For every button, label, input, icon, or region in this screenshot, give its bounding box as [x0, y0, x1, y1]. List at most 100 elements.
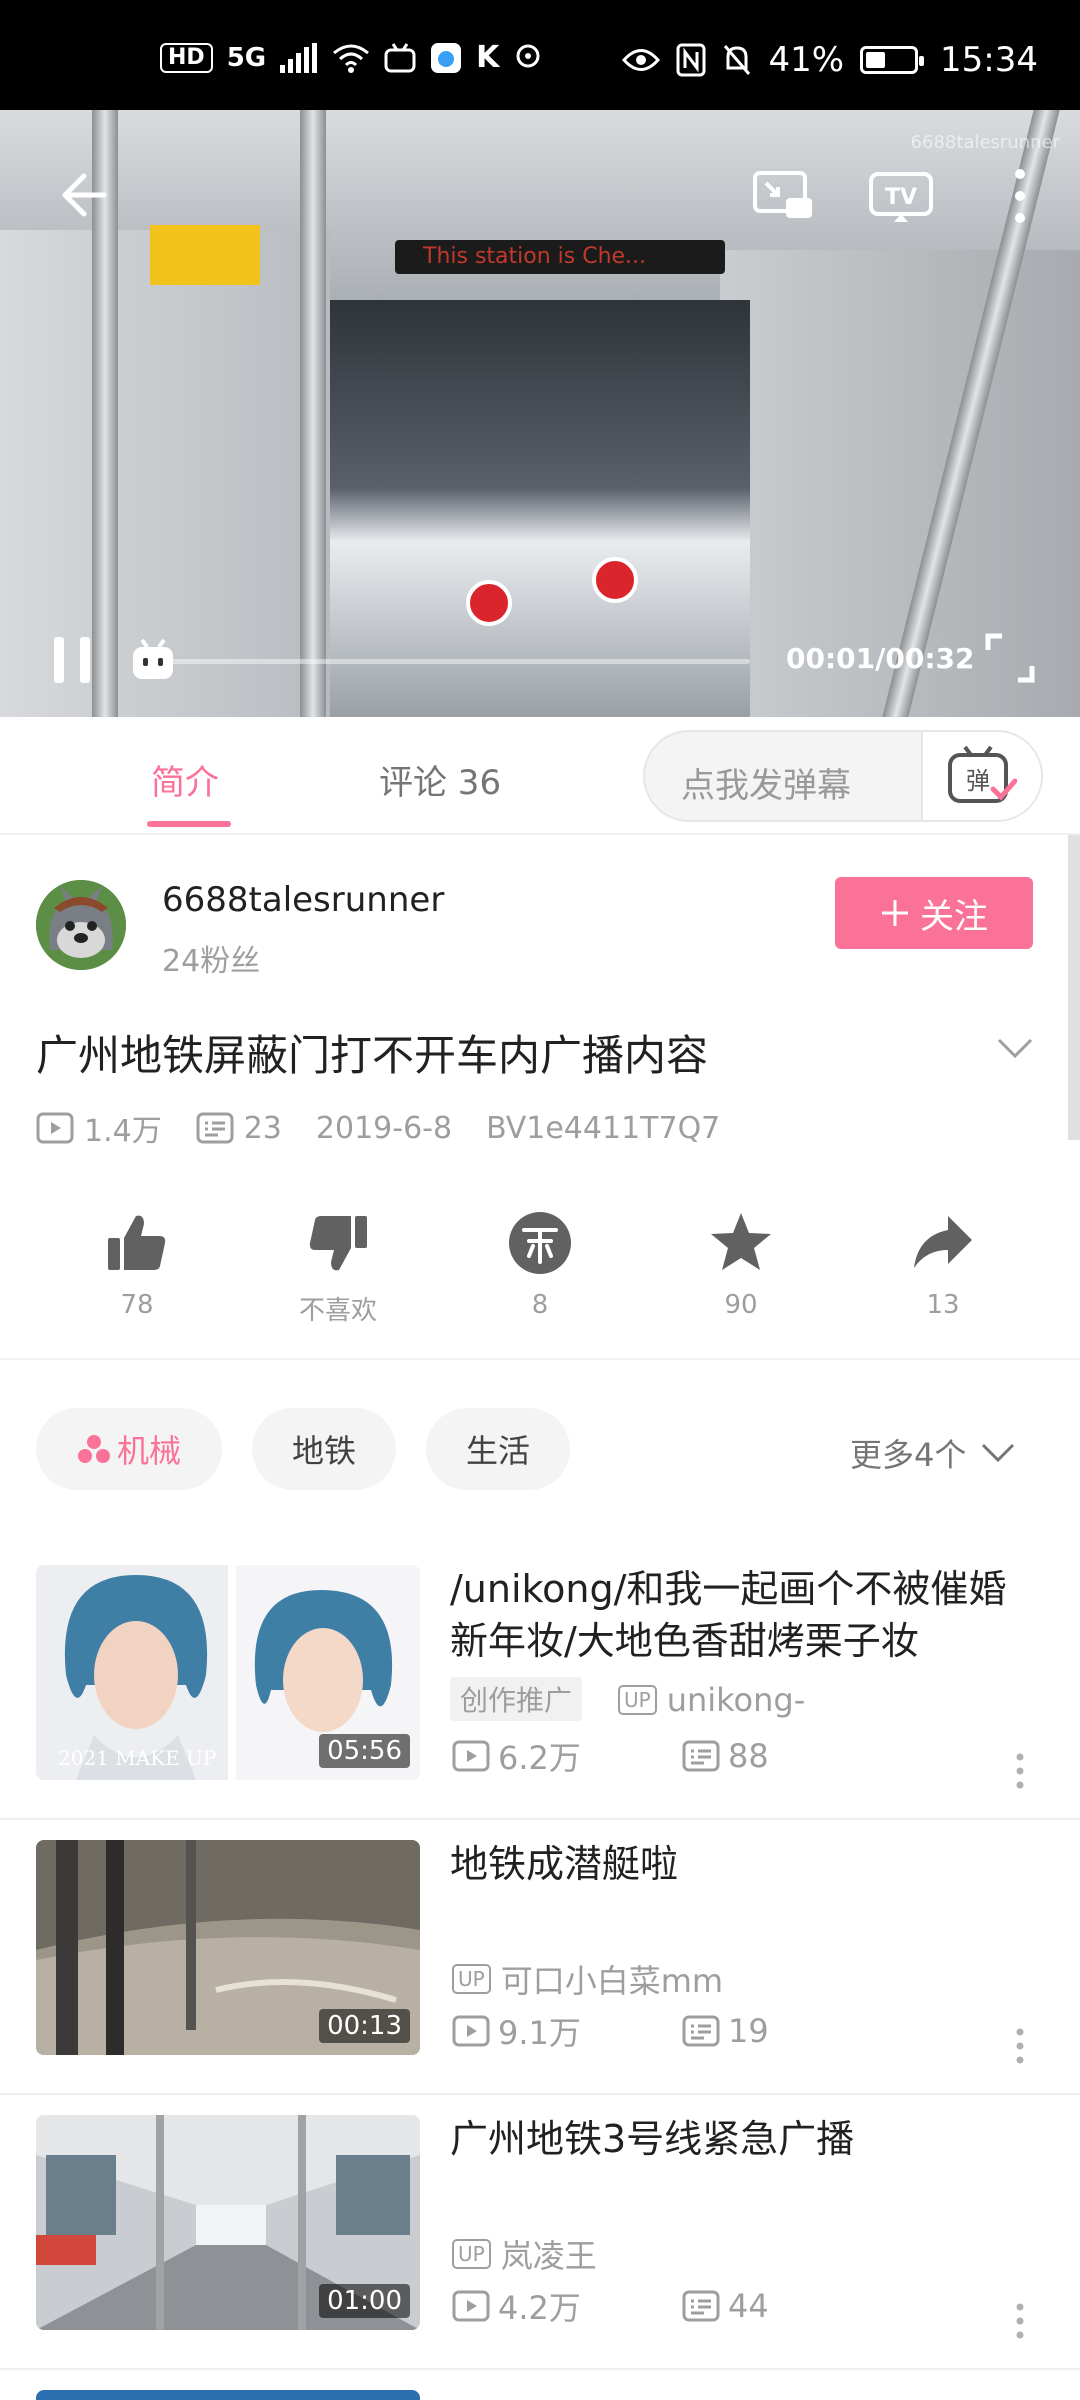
danmaku-count-icon	[682, 2015, 720, 2047]
battery-icon	[860, 46, 925, 74]
share-button[interactable]: 13	[873, 1200, 1013, 1320]
rec-danmaku-value: 44	[728, 2287, 769, 2325]
more-vertical-icon[interactable]	[1014, 1751, 1026, 1791]
status-right: 41% 15:34	[622, 40, 1038, 80]
fullscreen-icon[interactable]	[984, 632, 1036, 684]
screen-cast-icon[interactable]	[752, 170, 814, 222]
battery-fill	[866, 52, 885, 68]
play-count-icon	[36, 1112, 74, 1144]
recommendation-stats: 6.2万 88	[452, 1733, 912, 1779]
more-tags-button[interactable]: 更多4个	[850, 1430, 1016, 1476]
rec-view-value: 4.2万	[498, 2289, 581, 2327]
recommendation-title[interactable]: 地铁成潜艇啦	[450, 1838, 1030, 1890]
progress-bar[interactable]	[150, 659, 750, 664]
danmaku-button-label: 弹	[966, 767, 990, 795]
wifi-icon	[333, 44, 370, 73]
favorite-count: 90	[724, 1290, 758, 1320]
tab-intro-underline	[147, 821, 231, 827]
recommendation-uploader: UP 岚凌王	[452, 2231, 597, 2277]
dislike-label: 不喜欢	[298, 1296, 377, 1326]
chevron-down-icon[interactable]	[996, 1036, 1034, 1062]
detail-tabs: 简介 评论 36 点我发弹幕 弹	[0, 717, 1080, 835]
danmaku-input[interactable]: 点我发弹幕 弹	[643, 730, 1043, 822]
up-badge: UP	[618, 1685, 657, 1715]
play-count-icon	[452, 2290, 490, 2322]
avatar[interactable]	[36, 880, 126, 970]
thumbnail-text: 2021 MAKE UP	[58, 1746, 216, 1770]
battery-percent: 41%	[768, 40, 845, 80]
video-player[interactable]: This station is Che... 6688talesrunner T…	[0, 110, 1080, 717]
action-bar: 78 不喜欢 8 90 13	[0, 1200, 1080, 1360]
tab-comments[interactable]: 评论 36	[379, 755, 501, 804]
video-watermark: 6688talesrunner	[910, 132, 1060, 153]
rec-view-value: 9.1万	[498, 2014, 581, 2052]
k-icon: K	[476, 40, 500, 75]
pause-icon[interactable]	[50, 635, 94, 685]
tag-metro[interactable]: 地铁	[252, 1408, 396, 1490]
rec-view-count: 6.2万	[452, 1733, 682, 1779]
location-icon	[516, 44, 540, 67]
view-count: 1.4万	[36, 1106, 162, 1150]
tag-life[interactable]: 生活	[426, 1408, 570, 1490]
rec-view-count: 9.1万	[452, 2008, 682, 2054]
dislike-button[interactable]: 不喜欢	[268, 1200, 408, 1327]
video-scene-led-display: This station is Che...	[395, 240, 725, 274]
video-scene-door	[330, 300, 750, 717]
video-meta: 1.4万 23 2019-6-8 BV1e4411T7Q7	[36, 1106, 754, 1150]
video-scene-stop-sign	[592, 557, 638, 603]
play-count-icon	[452, 1740, 490, 1772]
list-item[interactable]: 2021 MAKE UP 05:56 /unikong/和我一起画个不被催婚新年…	[0, 1545, 1080, 1820]
share-count: 13	[926, 1290, 960, 1320]
scrollbar[interactable]	[1068, 835, 1080, 1140]
more-vertical-icon[interactable]	[1010, 166, 1030, 226]
video-duration: 01:00	[319, 2284, 410, 2318]
play-count-icon	[452, 2015, 490, 2047]
promo-badge: 创作推广	[450, 1677, 583, 1721]
more-vertical-icon[interactable]	[1014, 2301, 1026, 2341]
danmaku-toggle-button[interactable]: 弹	[921, 732, 1041, 820]
video-thumbnail[interactable]	[36, 2390, 420, 2400]
video-thumbnail[interactable]: 01:00	[36, 2115, 420, 2330]
danmaku-count-value: 23	[243, 1110, 282, 1146]
tab-intro[interactable]: 简介	[151, 755, 219, 804]
up-badge: UP	[452, 2239, 491, 2269]
uploader-label: unikong-	[666, 1681, 806, 1719]
more-vertical-icon[interactable]	[1014, 2026, 1026, 2066]
danmaku-count: 23	[196, 1111, 282, 1146]
video-scene-stop-sign	[466, 580, 512, 626]
uploader-name[interactable]: 6688talesrunner	[162, 880, 444, 920]
share-icon	[914, 1216, 972, 1268]
back-arrow-icon[interactable]	[58, 170, 108, 220]
svg-text:TV: TV	[885, 185, 917, 210]
rec-danmaku-count: 19	[682, 2012, 912, 2050]
rec-danmaku-value: 19	[728, 2012, 769, 2050]
progress-thumb-tv-icon[interactable]	[130, 638, 176, 682]
danmaku-count-icon	[196, 1112, 234, 1144]
tag-mechanical[interactable]: 机械	[36, 1408, 222, 1490]
danmaku-icon: 弹	[948, 745, 1017, 803]
thumbs-down-icon	[309, 1216, 367, 1271]
recommendation-title[interactable]: /unikong/和我一起画个不被催婚新年妆/大地色香甜烤栗子妆	[450, 1563, 1030, 1667]
recommendation-title[interactable]: 广州地铁3号线紧急广播	[450, 2113, 1030, 2165]
follow-button[interactable]: 关注	[835, 877, 1033, 949]
status-left: HD 5G K	[160, 40, 543, 75]
coin-button[interactable]: 8	[470, 1200, 610, 1320]
list-item[interactable]: 00:13 地铁成潜艇啦 UP 可口小白菜mm 9.1万 19	[0, 1820, 1080, 2095]
like-button[interactable]: 78	[67, 1200, 207, 1320]
recommendation-uploader: UP unikong-	[618, 1681, 805, 1719]
clock: 15:34	[940, 40, 1038, 80]
recommendation-stats: 4.2万 44	[452, 2283, 912, 2329]
video-thumbnail[interactable]: 00:13	[36, 1840, 420, 2055]
danmaku-placeholder: 点我发弹幕	[681, 766, 851, 806]
coin-icon	[509, 1212, 571, 1274]
tag-label: 地铁	[291, 1432, 356, 1470]
video-thumbnail[interactable]: 2021 MAKE UP 05:56	[36, 1565, 420, 1780]
list-item[interactable]: 01:00 广州地铁3号线紧急广播 UP 岚凌王 4.2万 44	[0, 2095, 1080, 2370]
avatar-wolf-icon	[36, 880, 126, 970]
uploader-fans: 24粉丝	[162, 944, 261, 979]
favorite-button[interactable]: 90	[671, 1200, 811, 1320]
hd-badge: HD	[160, 42, 213, 73]
up-badge: UP	[452, 1964, 491, 1994]
recommendation-uploader: UP 可口小白菜mm	[452, 1956, 723, 2002]
tv-icon[interactable]: TV	[868, 168, 934, 224]
